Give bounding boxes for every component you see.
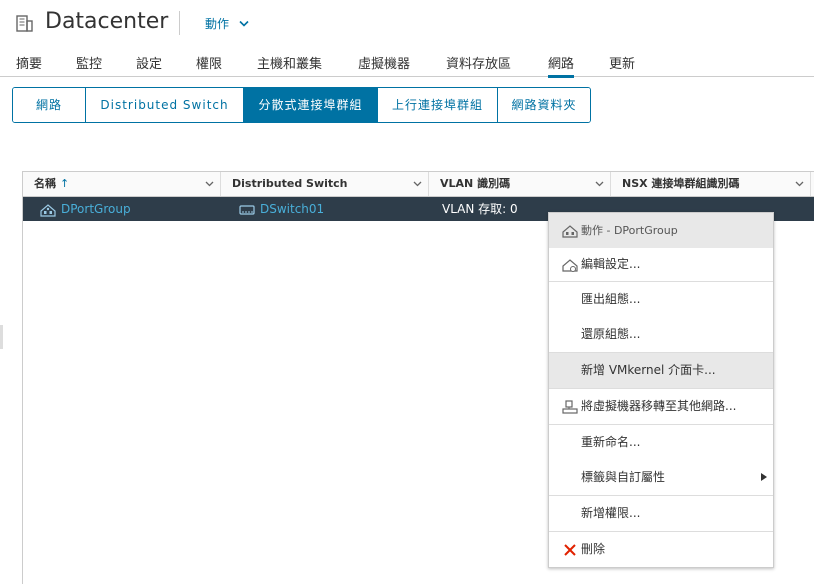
tab-hosts-clusters[interactable]: 主機和叢集: [257, 53, 322, 72]
menu-item-edit-settings[interactable]: 編輯設定...: [549, 247, 773, 282]
menu-item-tags-attributes[interactable]: 標籤與自訂屬性: [549, 460, 773, 495]
context-menu-title: 動作 - DPortGroup: [581, 224, 678, 237]
column-dropdown-icon[interactable]: [595, 181, 604, 187]
column-dropdown-icon[interactable]: [795, 181, 804, 187]
menu-item-label: 匯出組態...: [581, 292, 641, 306]
header: Datacenter 動作: [0, 0, 814, 46]
tab-monitor[interactable]: 監控: [76, 53, 102, 72]
menu-item-label: 將虛擬機器移轉至其他網路...: [581, 399, 737, 413]
menu-item-label: 新增權限...: [581, 506, 641, 520]
column-dropdown-icon[interactable]: [413, 181, 422, 187]
tab-configure[interactable]: 設定: [136, 53, 162, 72]
context-menu-header: 動作 - DPortGroup: [549, 213, 773, 248]
column-header-name[interactable]: 名稱 ↑: [23, 172, 221, 196]
chevron-down-icon: [239, 20, 249, 27]
context-menu: 動作 - DPortGroup 編輯設定... 匯出組態... 還原組態... …: [548, 212, 774, 568]
menu-item-migrate-vm-network[interactable]: 將虛擬機器移轉至其他網路...: [549, 389, 773, 424]
edit-settings-icon: [562, 259, 578, 272]
network-subtabs: 網路 Distributed Switch 分散式連接埠群組 上行連接埠群組 網…: [12, 87, 591, 123]
switch-name[interactable]: DSwitch01: [260, 202, 324, 216]
actions-menu-button[interactable]: 動作: [205, 15, 249, 32]
subtab-networks[interactable]: 網路: [13, 88, 85, 122]
menu-item-restore-config[interactable]: 還原組態...: [549, 317, 773, 352]
menu-item-label: 編輯設定...: [581, 257, 641, 271]
menu-item-label: 還原組態...: [581, 327, 641, 341]
menu-item-rename[interactable]: 重新命名...: [549, 425, 773, 460]
column-vlan-label: VLAN 識別碼: [440, 177, 511, 190]
menu-item-add-vmkernel-adapter[interactable]: 新增 VMkernel 介面卡...: [549, 353, 773, 388]
menu-item-export-config[interactable]: 匯出組態...: [549, 282, 773, 317]
tab-vms[interactable]: 虛擬機器: [358, 53, 410, 72]
datacenter-icon: [16, 15, 33, 32]
port-group-name[interactable]: DPortGroup: [61, 202, 131, 216]
menu-item-label: 新增 VMkernel 介面卡...: [581, 363, 716, 377]
splitter-handle[interactable]: [0, 325, 3, 349]
column-switch-label: Distributed Switch: [232, 177, 348, 190]
header-divider: [179, 11, 180, 35]
page-title: Datacenter: [45, 9, 169, 34]
column-dropdown-icon[interactable]: [205, 181, 214, 187]
menu-item-add-permission[interactable]: 新增權限...: [549, 496, 773, 531]
actions-label: 動作: [205, 17, 230, 31]
column-header-switch[interactable]: Distributed Switch: [221, 172, 429, 196]
submenu-arrow-icon: [761, 473, 767, 481]
column-name-label: 名稱: [34, 177, 56, 190]
menu-item-label: 重新命名...: [581, 435, 641, 449]
grid-header: 名稱 ↑ Distributed Switch VLAN 識別碼 NSX 連接埠群…: [23, 172, 814, 197]
sort-ascending-icon[interactable]: ↑: [60, 177, 69, 190]
subtab-distributed-port-groups[interactable]: 分散式連接埠群組: [243, 88, 377, 122]
migrate-vm-icon: [562, 400, 578, 414]
distributed-switch-icon: [239, 204, 255, 215]
port-group-icon: [40, 203, 56, 217]
menu-item-label: 刪除: [581, 542, 606, 556]
column-header-vlan[interactable]: VLAN 識別碼: [429, 172, 611, 196]
port-group-name-cell[interactable]: DPortGroup: [40, 197, 131, 221]
port-group-icon: [562, 225, 578, 238]
tab-datastores[interactable]: 資料存放區: [446, 53, 511, 72]
menu-item-delete[interactable]: 刪除: [549, 532, 773, 567]
subtab-distributed-switch[interactable]: Distributed Switch: [85, 88, 243, 122]
subtab-uplink-port-groups[interactable]: 上行連接埠群組: [377, 88, 497, 122]
subtab-network-folders[interactable]: 網路資料夾: [497, 88, 590, 122]
tab-summary[interactable]: 摘要: [16, 53, 42, 72]
column-header-nsx[interactable]: NSX 連接埠群組識別碼: [611, 172, 811, 196]
tab-networks[interactable]: 網路: [548, 53, 575, 78]
menu-item-label: 標籤與自訂屬性: [581, 470, 666, 484]
switch-cell[interactable]: DSwitch01: [239, 197, 324, 221]
tab-updates[interactable]: 更新: [609, 53, 635, 72]
column-nsx-label: NSX 連接埠群組識別碼: [622, 177, 740, 190]
delete-icon: [564, 544, 576, 556]
main-tabs: 摘要 監控 設定 權限 主機和叢集 虛擬機器 資料存放區 網路 更新: [0, 46, 814, 78]
vlan-cell: VLAN 存取: 0: [442, 202, 518, 216]
tab-permissions[interactable]: 權限: [196, 53, 222, 72]
